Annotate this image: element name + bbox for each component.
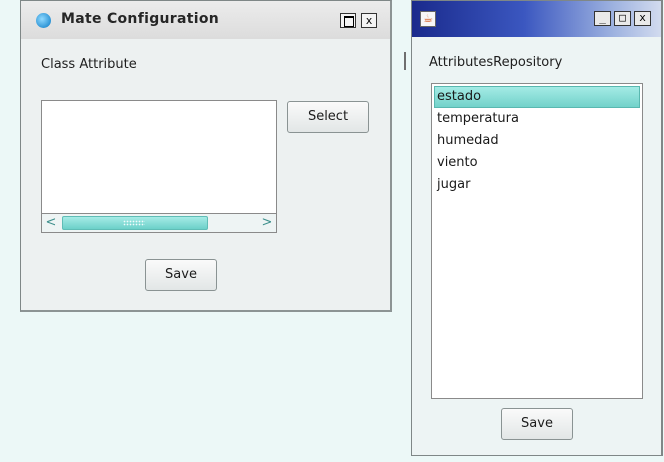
list-item-humedad[interactable]: humedad: [432, 130, 642, 152]
app-logo-icon: [36, 13, 51, 28]
scroll-left-icon[interactable]: <: [42, 214, 60, 232]
maximize-button[interactable]: [340, 13, 356, 28]
repository-title-bar[interactable]: ☕ _ □ x: [412, 1, 661, 37]
select-button[interactable]: Select: [287, 101, 369, 133]
close-button[interactable]: x: [634, 11, 651, 26]
scroll-right-icon[interactable]: >: [258, 214, 276, 232]
java-cup-icon: ☕: [420, 11, 436, 27]
attributes-repository-window: ☕ _ □ x AttributesRepository estado temp…: [411, 0, 663, 456]
list-item-viento[interactable]: viento: [432, 152, 642, 174]
attributes-list[interactable]: estado temperatura humedad viento jugar: [431, 83, 643, 399]
scrollbar-thumb[interactable]: [62, 216, 208, 230]
horizontal-scrollbar[interactable]: < >: [41, 214, 277, 233]
maximize-button[interactable]: □: [614, 11, 631, 26]
close-button[interactable]: x: [361, 13, 377, 28]
list-item-estado[interactable]: estado: [434, 86, 640, 108]
mate-configuration-window: Mate Configuration x Class Attribute < >…: [20, 0, 392, 312]
grip-icon: [123, 220, 145, 226]
list-item-jugar[interactable]: jugar: [432, 174, 642, 196]
minimize-button[interactable]: _: [594, 11, 611, 26]
class-attribute-list[interactable]: [41, 100, 277, 214]
save-button[interactable]: Save: [145, 259, 217, 291]
list-item-temperatura[interactable]: temperatura: [432, 108, 642, 130]
attributes-repository-label: AttributesRepository: [429, 55, 563, 70]
divider: [404, 52, 406, 70]
save-button[interactable]: Save: [501, 408, 573, 440]
window-title: Mate Configuration: [61, 11, 220, 27]
mate-title-bar[interactable]: Mate Configuration x: [21, 1, 390, 39]
class-attribute-label: Class Attribute: [41, 57, 137, 72]
